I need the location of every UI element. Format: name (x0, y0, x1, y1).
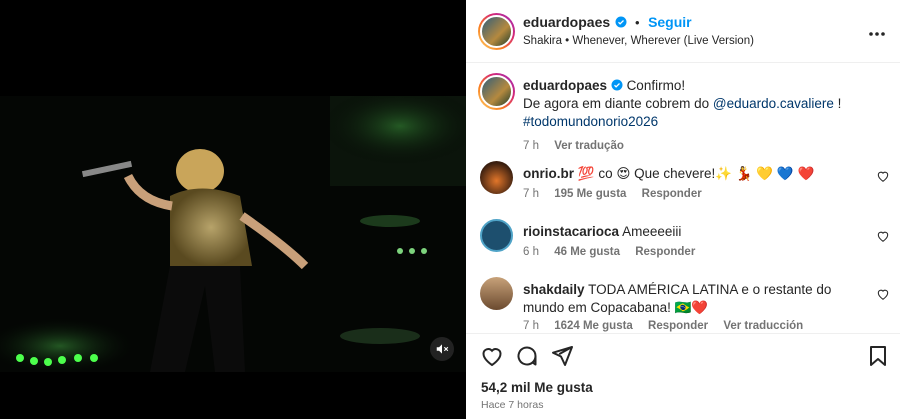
heart-icon[interactable] (876, 287, 890, 301)
comment-time[interactable]: 7 h (523, 320, 539, 332)
comment-body: 💯 co 😍 Que chevere!✨ 💃 💛 💙 ❤️ (577, 166, 815, 181)
post-header: eduardopaes • Seguir Shakira • Whenever,… (466, 0, 900, 63)
commenter-avatar[interactable] (480, 219, 513, 252)
comment-meta: 6 h 46 Me gusta Responder (523, 246, 707, 258)
comment-text: rioinstacarioca Ameeeeiii (523, 223, 863, 241)
comment-time[interactable]: 7 h (523, 188, 539, 200)
audio-track[interactable]: Shakira • Whenever, Wherever (Live Versi… (523, 35, 754, 47)
follow-button[interactable]: Seguir (648, 14, 692, 30)
muted-speaker-icon (436, 344, 449, 354)
comment-username[interactable]: shakdaily (523, 282, 585, 297)
reply-button[interactable]: Responder (648, 320, 708, 332)
comment-item: rioinstacarioca Ameeeeiii 6 h 46 Me gust… (466, 219, 900, 269)
share-icon[interactable] (550, 344, 574, 368)
video-still-performer (0, 96, 466, 372)
reply-button[interactable]: Responder (635, 246, 695, 258)
heart-icon[interactable] (876, 229, 890, 243)
mute-button[interactable] (430, 337, 454, 361)
comments-list[interactable]: eduardopaes Confirmo! De agora em diante… (466, 63, 900, 333)
post-time-ago[interactable]: Hace 7 horas (481, 399, 543, 411)
comment-item: shakdaily TODA AMÉRICA LATINA e o restan… (466, 277, 900, 333)
verified-badge-icon (615, 16, 627, 28)
comment-text: shakdaily TODA AMÉRICA LATINA e o restan… (523, 281, 868, 317)
comment-likes[interactable]: 46 Me gusta (554, 246, 620, 258)
caption-line-1: Confirmo! (626, 78, 686, 93)
comment-item: onrio.br 💯 co 😍 Que chevere!✨ 💃 💛 💙 ❤️ 7… (466, 161, 900, 211)
author-avatar[interactable] (478, 13, 515, 50)
caption-username[interactable]: eduardopaes (523, 78, 607, 93)
comment-username[interactable]: rioinstacarioca (523, 224, 619, 239)
more-options-icon (869, 32, 885, 36)
caption-text: eduardopaes Confirmo! De agora em diante… (523, 77, 863, 131)
comment-likes[interactable]: 195 Me gusta (554, 188, 626, 200)
caption-mention-link[interactable]: @eduardo.cavaliere (713, 96, 834, 111)
heart-icon[interactable] (876, 169, 890, 183)
caption-meta: 7 h Ver tradução (523, 140, 636, 152)
post-caption: eduardopaes Confirmo! De agora em diante… (466, 73, 900, 163)
comment-username[interactable]: onrio.br (523, 166, 574, 181)
video-player[interactable] (0, 0, 466, 419)
comment-translate-link[interactable]: Ver traducción (723, 320, 803, 332)
comment-time[interactable]: 6 h (523, 246, 539, 258)
author-username[interactable]: eduardopaes (523, 14, 610, 30)
caption-time[interactable]: 7 h (523, 140, 539, 152)
header-username-row: eduardopaes • Seguir (523, 14, 692, 32)
commenter-avatar[interactable] (480, 277, 513, 310)
reply-button[interactable]: Responder (642, 188, 702, 200)
post-details-pane: eduardopaes • Seguir Shakira • Whenever,… (466, 0, 900, 419)
bookmark-icon[interactable] (866, 344, 890, 368)
like-heart-icon[interactable] (480, 344, 504, 368)
caption-line-2: De agora em diante cobrem do (523, 96, 710, 111)
caption-avatar[interactable] (478, 73, 515, 110)
more-options-button[interactable] (868, 24, 886, 42)
caption-hashtag-link[interactable]: #todomundonorio2026 (523, 114, 658, 129)
comment-body: Ameeeeiii (622, 224, 682, 239)
comment-likes[interactable]: 1624 Me gusta (554, 320, 633, 332)
verified-badge-icon (611, 79, 623, 91)
caption-translate-link[interactable]: Ver tradução (554, 140, 624, 152)
commenter-avatar[interactable] (480, 161, 513, 194)
video-frame[interactable] (0, 96, 466, 372)
caption-line-2-end: ! (837, 96, 842, 111)
comment-meta: 7 h 195 Me gusta Responder (523, 188, 714, 200)
comment-icon[interactable] (515, 344, 539, 368)
comment-text: onrio.br 💯 co 😍 Que chevere!✨ 💃 💛 💙 ❤️ (523, 165, 863, 183)
post-actions: 54,2 mil Me gusta Hace 7 horas (466, 333, 900, 419)
header-separator: • (635, 15, 640, 30)
comment-meta: 7 h 1624 Me gusta Responder Ver traducci… (523, 320, 815, 332)
likes-count[interactable]: 54,2 mil Me gusta (481, 380, 593, 395)
